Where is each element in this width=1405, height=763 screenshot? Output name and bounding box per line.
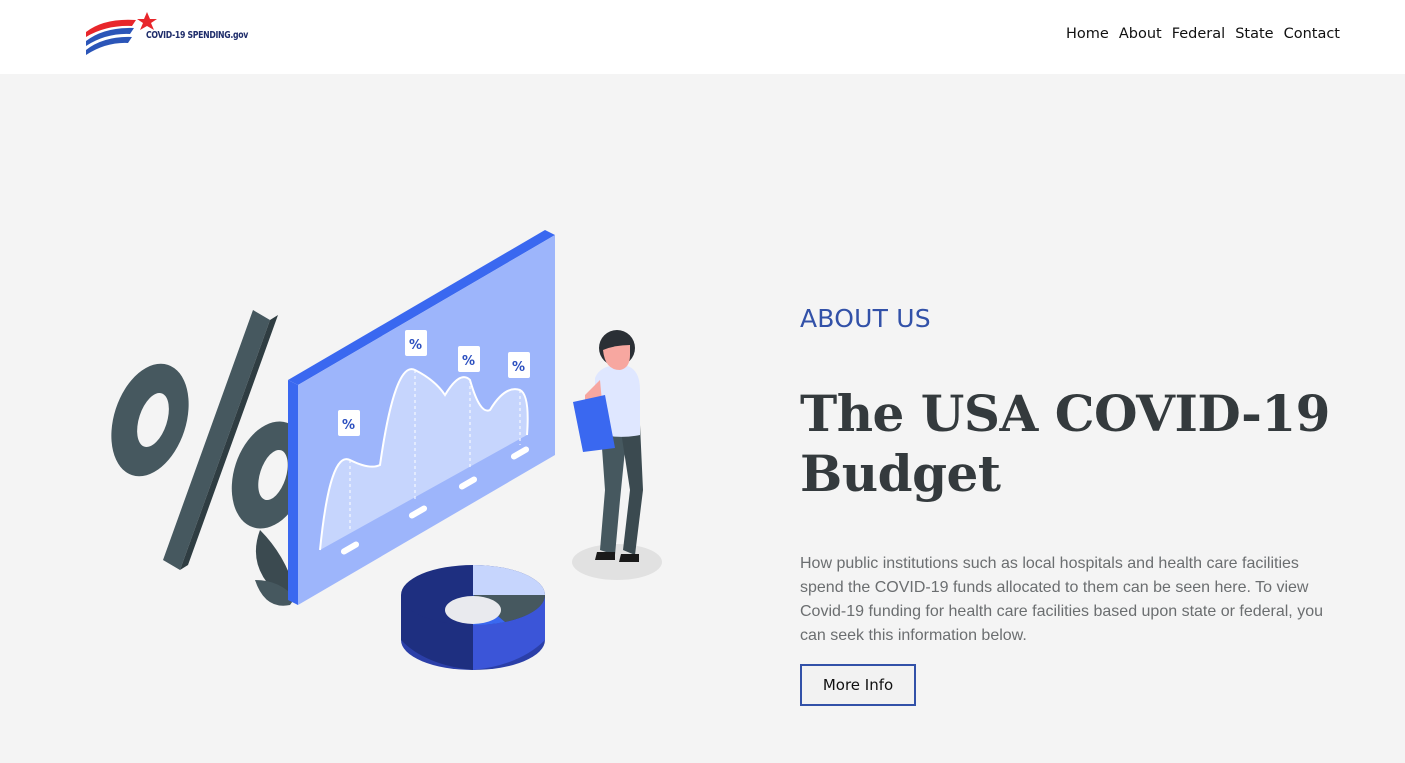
nav-home[interactable]: Home	[1066, 26, 1109, 42]
nav-about[interactable]: About	[1119, 26, 1162, 42]
budget-illustration: % % % %	[95, 220, 680, 680]
percent-tag-4: %	[512, 360, 525, 375]
page-title: The USA COVID-19 Budget	[800, 384, 1330, 503]
percent-tag-2: %	[409, 338, 422, 353]
navbar: COVID-19 SPENDING.gov Home About Federal…	[0, 0, 1405, 74]
percent-tag-1: %	[342, 418, 355, 433]
woman-figure-icon	[572, 330, 662, 580]
chart-board-icon: % % % %	[288, 230, 555, 605]
logo-text: COVID-19 SPENDING.gov	[146, 30, 248, 41]
donut-chart-icon	[401, 565, 546, 670]
main-nav: Home About Federal State Contact	[1066, 26, 1340, 42]
section-label: ABOUT US	[800, 304, 931, 333]
hero-description: How public institutions such as local ho…	[800, 555, 1323, 644]
percent-tag-3: %	[462, 354, 475, 369]
percent-icon	[111, 310, 309, 570]
nav-state[interactable]: State	[1235, 26, 1273, 42]
site-logo[interactable]: COVID-19 SPENDING.gov	[84, 10, 254, 58]
more-info-button[interactable]: More Info	[800, 664, 916, 706]
nav-federal[interactable]: Federal	[1172, 26, 1225, 42]
star-icon	[137, 12, 157, 30]
nav-contact[interactable]: Contact	[1284, 26, 1340, 42]
